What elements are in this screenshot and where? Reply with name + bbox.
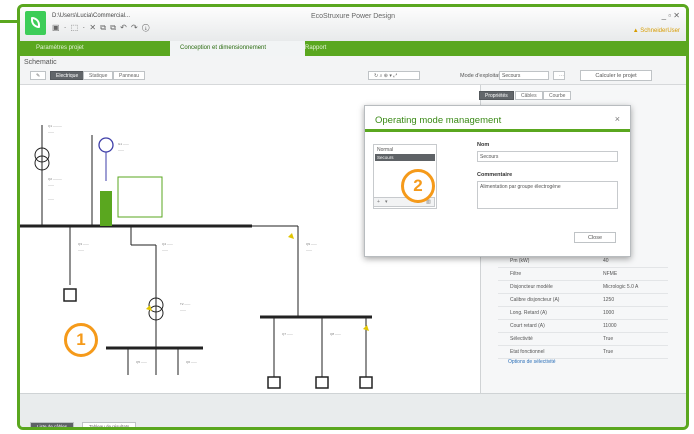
schematic-toolbar: Schematic ✎ Electrique Statique Panneau … (20, 56, 686, 85)
svg-text:——: —— (180, 308, 186, 312)
operating-mode-select[interactable]: Secours (499, 71, 549, 80)
svg-text:——: —— (48, 130, 54, 134)
svg-text:——: —— (48, 197, 54, 201)
title-bar: D:\Users\Lucia\Commercial... ▣ · ⬚ · ✕ ⧉… (20, 7, 686, 42)
tab-project-settings[interactable]: Paramètres projet (26, 41, 94, 56)
property-row: Disjoncteur modèle Micrologic 5.0 A (498, 281, 668, 294)
tab-design[interactable]: Conception et dimensionnement (170, 41, 305, 56)
property-row: Sélectivité True (498, 333, 668, 346)
svg-text:G1 ——: G1 —— (118, 142, 129, 146)
view-static-button[interactable]: Statique (83, 71, 114, 80)
property-row: Long. Retard (A) 1000 (498, 307, 668, 320)
user-account-link[interactable]: ▲ SchneiderUser (633, 28, 680, 34)
dialog-title: Operating mode management (375, 115, 502, 126)
callout-badge: 1 (64, 323, 98, 357)
comment-label: Commentaire (477, 172, 513, 178)
close-icon[interactable]: × (615, 114, 620, 124)
breaker-warning-icon (288, 233, 294, 239)
bottom-bar: Liste de câbles Tableau de résultats (20, 393, 686, 427)
chevron-down-icon[interactable]: ▾ (385, 199, 388, 205)
list-header: Normal (377, 147, 394, 153)
window-title: EcoStruxure Power Design (310, 13, 396, 20)
svg-text:Q4 ——: Q4 —— (162, 242, 173, 246)
add-icon[interactable]: + (377, 199, 380, 205)
operating-mode-edit-icon[interactable]: ⋯ (553, 71, 565, 80)
property-row: Court retard (A) 11000 (498, 320, 668, 333)
svg-text:Q7 ——: Q7 —— (282, 332, 293, 336)
tab-results-table[interactable]: Tableau de résultats (82, 422, 137, 427)
tab-cable-list[interactable]: Liste de câbles (30, 422, 75, 427)
svg-text:——: —— (48, 183, 54, 187)
comment-field[interactable]: Alimentation par groupe électrogène (477, 181, 618, 209)
svg-text:T2 ——: T2 —— (180, 302, 190, 306)
property-row: Etat fonctionnel True (498, 346, 668, 359)
quick-access-toolbar[interactable]: ▣ · ⬚ · ✕ ⧉ ⧉ ↶ ↷ ⓘ (52, 23, 150, 33)
list-item[interactable]: Secours (375, 154, 435, 161)
window-controls[interactable]: _ ▫ ✕ (662, 11, 680, 20)
tab-curve[interactable]: Courbe (543, 91, 572, 100)
svg-text:Q9 ——: Q9 —— (306, 242, 317, 246)
callout-badge: 2 (401, 169, 435, 203)
selectivity-options-link[interactable]: Options de sélectivité (508, 359, 556, 365)
dialog-divider (365, 129, 630, 132)
tab-properties[interactable]: Propriétés (479, 91, 514, 100)
svg-text:Q8 ——: Q8 —— (330, 332, 341, 336)
svg-text:Q2 ———: Q2 ——— (48, 177, 62, 181)
svg-text:Q3 ——: Q3 —— (78, 242, 89, 246)
tab-report[interactable]: Rapport (295, 41, 336, 56)
view-electrical-button[interactable]: Electrique (50, 71, 85, 80)
generator-icon (98, 137, 114, 153)
svg-text:Q1 ———: Q1 ——— (48, 124, 62, 128)
section-title: Schematic (24, 59, 57, 66)
close-button[interactable]: Close (574, 232, 616, 243)
svg-text:Q6 ——: Q6 —— (186, 360, 197, 364)
calculate-project-button[interactable]: Calculer le projet (580, 70, 652, 81)
svg-text:——: —— (118, 148, 124, 152)
selected-feeder-highlight (100, 191, 112, 226)
name-field[interactable]: Secours (477, 151, 618, 162)
ribbon: Paramètres projet Conception et dimensio… (20, 41, 686, 56)
edit-icon[interactable]: ✎ (30, 71, 46, 80)
tab-cables[interactable]: Câbles (515, 91, 543, 100)
svg-text:——: —— (306, 248, 312, 252)
view-panel-button[interactable]: Panneau (113, 71, 146, 80)
property-row: Calibre disjoncteur (A) 1250 (498, 294, 668, 307)
property-row: Filtre NFME (498, 268, 668, 281)
name-label: Nom (477, 142, 490, 148)
zoom-tools-icon[interactable]: ↻ ⌕ ⊕ ▾ ⤢ (368, 71, 420, 80)
svg-text:——: —— (78, 248, 84, 252)
svg-text:——: —— (162, 248, 168, 252)
svg-text:Q5 ——: Q5 —— (136, 360, 147, 364)
